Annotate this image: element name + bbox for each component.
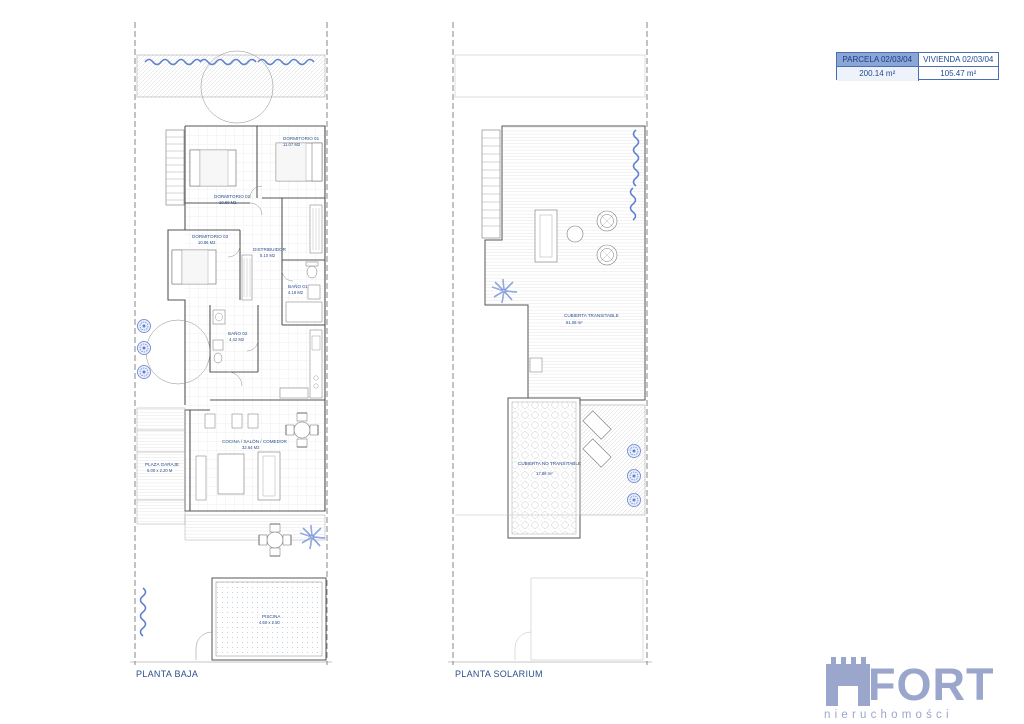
bed-dormitorio-02: [189, 149, 237, 187]
solarium-plants: [627, 444, 641, 507]
parcela-value: 200.14 m²: [837, 66, 918, 81]
area-cocina-salon-comedor: 32.64 M2: [242, 445, 260, 450]
label-dormitorio-03: DORMITORIO 03: [192, 234, 229, 239]
title-planta-baja: PLANTA BAJA: [136, 669, 198, 679]
solarium-fixture: [529, 357, 543, 373]
area-bano-01: 4.18 M2: [288, 290, 304, 295]
vivienda-column: VIVIENDA 02/03/04 105.47 m²: [917, 53, 998, 81]
area-cubierta-transitable: 61.08 m²: [566, 320, 583, 325]
area-dormitorio-01: 11.07 M2: [283, 142, 301, 147]
vivienda-value: 105.47 m²: [917, 66, 998, 81]
pool: [195, 577, 327, 661]
label-piscina: PISCINA: [262, 614, 281, 619]
shrub-left-lower: [139, 587, 147, 637]
area-dormitorio-03: 10.86 M2: [198, 240, 216, 245]
area-summary-table: PARCELA 02/03/04 200.14 m² VIVIENDA 02/0…: [836, 52, 999, 81]
parcela-column: PARCELA 02/03/04 200.14 m²: [837, 53, 918, 81]
label-distribuidor: DISTRIBUIDOR: [253, 247, 287, 252]
exterior-stair-left: [165, 129, 185, 206]
area-dormitorio-02: 10.60 M2: [219, 200, 237, 205]
floor-plan-drawing: DORMITORIO 01 11.07 M2 DORMITORIO 02 10.…: [130, 22, 870, 706]
label-bano-01: BAÑO 01: [288, 283, 308, 289]
area-cubierta-no-transitable: 17.86 m²: [536, 471, 553, 476]
planta-solarium-plan: CUBIERTA TRANSITABLE 61.08 m² CUBIERTA N…: [448, 22, 652, 679]
label-plaza-garaje: PLAZA GARAJE: [145, 462, 179, 467]
label-bano-02: BAÑO 02: [228, 330, 248, 336]
label-dormitorio-02: DORMITORIO 02: [214, 194, 251, 199]
fort-logo: FORT nieruchomości: [822, 654, 1022, 722]
cubierta-no-transitable: [507, 397, 581, 539]
area-bano-02: 4.42 M2: [229, 337, 245, 342]
bed-dormitorio-03: [171, 249, 217, 285]
bed-dormitorio-01: [275, 142, 323, 182]
logo-subtitle: nieruchomości: [824, 709, 953, 721]
logo-wordmark: FORT: [868, 659, 995, 710]
area-piscina: 4.50 x 2.50: [259, 620, 280, 625]
label-dormitorio-01: DORMITORIO 01: [283, 136, 320, 141]
solarium-stair: [481, 129, 501, 239]
label-cubierta-transitable: CUBIERTA TRANSITABLE: [564, 313, 619, 318]
planta-baja-plan: DORMITORIO 01 11.07 M2 DORMITORIO 02 10.…: [130, 22, 332, 679]
vivienda-label: VIVIENDA 02/03/04: [917, 53, 998, 66]
label-cubierta-no-transitable: CUBIERTA NO TRANSITABLE: [518, 461, 581, 466]
side-plants: [137, 319, 151, 379]
label-cocina-salon-comedor: COCINA / SALÓN / COMEDOR: [222, 438, 288, 444]
parcela-label: PARCELA 02/03/04: [837, 53, 918, 66]
area-plaza-garaje: 5.00 x 2.20 M: [147, 468, 173, 473]
area-distribuidor: 5.10 M2: [260, 253, 276, 258]
title-planta-solarium: PLANTA SOLARIUM: [455, 669, 543, 679]
